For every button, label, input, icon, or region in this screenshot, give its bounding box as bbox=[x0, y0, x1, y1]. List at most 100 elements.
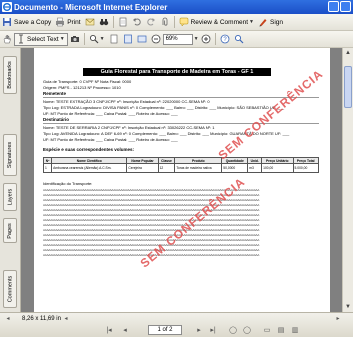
zoom-in-icon bbox=[201, 34, 210, 44]
origin-line: Origem: PMFS - 121213 Nº Processo: 1010 bbox=[43, 85, 121, 90]
sender-line-1: Nome: TESTE EXTRAÇÃO 3 CNPJ/CPF nº: Insc… bbox=[43, 99, 210, 104]
email-button[interactable] bbox=[83, 15, 97, 29]
filler-row: AAAAAAAAAAAAAAAAAAAAAAAAAAAAAAAAAAAAAAAA… bbox=[43, 254, 260, 257]
search-pdf-button[interactable] bbox=[232, 32, 246, 46]
fit-width-icon bbox=[137, 35, 146, 43]
acrobat-toolbar-secondary: Select Text ▼ ▼ 69% ▼ ? bbox=[0, 31, 353, 48]
panel-toggle-icon[interactable]: ◂ bbox=[4, 314, 12, 322]
zoom-in-button[interactable] bbox=[199, 32, 213, 46]
guide-line: Guia de Transporte: 0 CVPF Nº Nota Fisca… bbox=[43, 79, 132, 84]
table-cell: 1 bbox=[42, 163, 53, 173]
undo-button[interactable] bbox=[130, 15, 144, 29]
save-copy-button[interactable]: Save a Copy bbox=[0, 15, 53, 29]
sign-button[interactable]: Sign bbox=[256, 15, 285, 29]
single-page-icon[interactable]: ▭ bbox=[262, 325, 272, 335]
binoculars-icon bbox=[99, 19, 108, 26]
pen-icon bbox=[259, 19, 267, 27]
table-cell: Cerejeira bbox=[126, 163, 159, 173]
search-icon bbox=[234, 34, 243, 44]
tab-comments[interactable]: Comments bbox=[3, 270, 17, 308]
toolbar-separator bbox=[214, 33, 216, 45]
acrobat-toolbar-primary: Save a Copy Print Review & Comment ▼ Sig… bbox=[0, 14, 353, 31]
scroll-up-icon[interactable]: ▲ bbox=[343, 48, 353, 58]
divider bbox=[43, 123, 319, 124]
attach-button[interactable] bbox=[158, 15, 172, 29]
tab-layers[interactable]: Layers bbox=[3, 183, 17, 211]
chevron-down-icon: ▼ bbox=[59, 36, 65, 42]
help-button[interactable]: ? bbox=[218, 32, 232, 46]
review-icon bbox=[179, 17, 188, 27]
document-viewport[interactable]: Guia Florestal para Transporte de Madeir… bbox=[21, 48, 342, 312]
chevron-down-icon: ▼ bbox=[249, 19, 254, 25]
recipient-line-1: Nome: TESTE DE SERRARIA 2 CNPJ/CPF nº: I… bbox=[43, 125, 215, 130]
help-icon: ? bbox=[220, 34, 229, 44]
filler-row: AAAAAAAAAAAAAAAAAAAAAAAAAAAAAAAAAAAAAAAA… bbox=[43, 189, 260, 192]
recipient-line-3: UF: MT Ponto de Referência: ___ Caixa Po… bbox=[43, 137, 178, 142]
scroll-left-icon[interactable]: ◂ bbox=[62, 314, 70, 322]
text-cursor-icon bbox=[19, 34, 23, 44]
continuous-page-icon[interactable]: ▤ bbox=[276, 325, 286, 335]
sender-line-3: UF: MT Ponto de Referência: ___ Caixa Po… bbox=[43, 111, 178, 116]
search-button[interactable] bbox=[97, 15, 111, 29]
zoom-tool-button[interactable]: ▼ bbox=[87, 32, 107, 46]
scroll-down-icon[interactable]: ▼ bbox=[343, 302, 353, 312]
zoom-out-button[interactable] bbox=[149, 32, 163, 46]
email-icon bbox=[85, 18, 94, 26]
chevron-down-icon: ▼ bbox=[99, 36, 105, 42]
scroll-thumb[interactable] bbox=[344, 66, 352, 108]
tab-signatures[interactable]: Signatures bbox=[3, 134, 17, 176]
select-text-button[interactable]: Select Text ▼ bbox=[14, 32, 68, 46]
table-cell: 100,00 bbox=[261, 163, 294, 173]
filler-row: AAAAAAAAAAAAAAAAAAAAAAAAAAAAAAAAAAAAAAAA… bbox=[43, 199, 260, 202]
print-button[interactable]: Print bbox=[53, 15, 82, 29]
table-cell: 12 bbox=[157, 163, 176, 173]
title-bar: Documento - Microsoft Internet Explorer bbox=[0, 0, 353, 14]
transport-line: Identificação do Transporte: bbox=[43, 181, 93, 186]
page-icon bbox=[110, 34, 117, 44]
rotate-button[interactable] bbox=[116, 15, 130, 29]
camera-icon bbox=[70, 36, 79, 42]
page-number-field[interactable]: 1 of 2 bbox=[148, 325, 182, 335]
save-icon bbox=[3, 18, 11, 26]
next-view-icon[interactable]: ◯ bbox=[242, 325, 252, 335]
previous-view-icon[interactable]: ◯ bbox=[228, 325, 238, 335]
magnifier-icon bbox=[89, 34, 99, 44]
first-page-button[interactable]: |◂ bbox=[104, 325, 114, 335]
tab-pages[interactable]: Pages bbox=[3, 218, 17, 243]
last-page-button[interactable]: ▸| bbox=[208, 325, 218, 335]
minimize-button[interactable] bbox=[328, 1, 339, 12]
vertical-scrollbar[interactable]: ▲ ▼ bbox=[342, 48, 353, 312]
hand-tool-button[interactable] bbox=[0, 32, 14, 46]
facing-pages-icon[interactable]: ▥ bbox=[290, 325, 300, 335]
items-heading: Espécie e suas correspondentes volumes: bbox=[43, 147, 135, 152]
paperclip-icon bbox=[162, 17, 167, 26]
fit-page-icon bbox=[123, 34, 132, 44]
sender-line-2: Tipo Log: ESTRADA Logradouro: DIVISA PAN… bbox=[43, 105, 285, 110]
redo-button[interactable] bbox=[144, 15, 158, 29]
filler-row: AAAAAAAAAAAAAAAAAAAAAAAAAAAAAAAAAAAAAAAA… bbox=[43, 209, 260, 212]
zoom-field[interactable]: 69% bbox=[162, 33, 193, 45]
snapshot-button[interactable] bbox=[68, 32, 82, 46]
fit-page-button[interactable] bbox=[121, 32, 135, 46]
actual-size-button[interactable] bbox=[107, 32, 121, 46]
toolbar-separator bbox=[112, 16, 114, 28]
tab-bookmarks[interactable]: Bookmarks bbox=[3, 56, 17, 94]
navigation-panel: Bookmarks Signatures Layers Pages Commen… bbox=[0, 48, 21, 312]
filler-row: AAAAAAAAAAAAAAAAAAAAAAAAAAAAAAAAAAAAAAAA… bbox=[43, 249, 260, 252]
ie-icon bbox=[2, 2, 12, 12]
status-bar: ◂ 8,26 x 11,69 in ◂ ▸ |◂ ◂ 1 of 2 ▸ ▸| ◯… bbox=[0, 312, 353, 337]
toolbar-separator bbox=[173, 16, 175, 28]
page-size-indicator: 8,26 x 11,69 in bbox=[22, 315, 61, 322]
hand-icon bbox=[3, 34, 11, 44]
table-cell: Toras de madeira nativa bbox=[174, 163, 223, 173]
fit-width-button[interactable] bbox=[135, 32, 149, 46]
review-comment-button[interactable]: Review & Comment ▼ bbox=[177, 15, 256, 29]
previous-page-button[interactable]: ◂ bbox=[120, 325, 130, 335]
items-table: Nº Nome Científico Nome Popular Classe P… bbox=[42, 157, 319, 173]
pdf-page: Guia Florestal para Transporte de Madeir… bbox=[34, 48, 330, 312]
maximize-button[interactable] bbox=[340, 1, 351, 12]
document-title: Guia Florestal para Transporte de Madeir… bbox=[83, 68, 271, 76]
next-page-button[interactable]: ▸ bbox=[194, 325, 204, 335]
scroll-right-icon[interactable]: ▸ bbox=[334, 314, 342, 322]
toolbar-separator bbox=[83, 33, 85, 45]
